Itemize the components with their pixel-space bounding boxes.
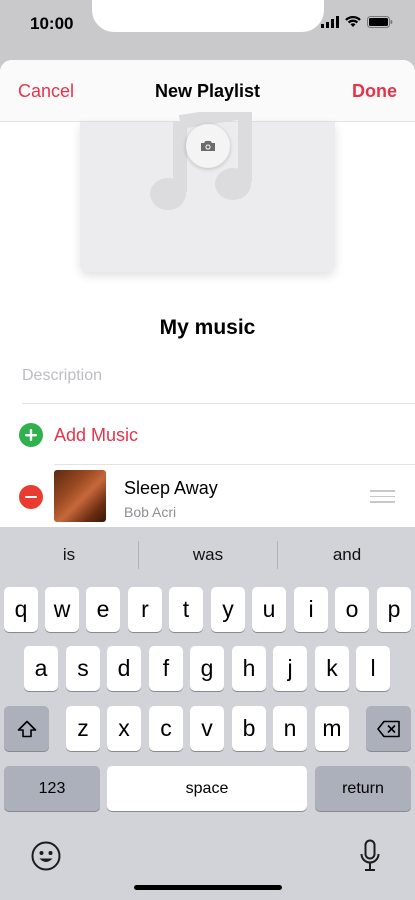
camera-icon [201, 141, 215, 151]
key[interactable]: q [4, 587, 38, 632]
remove-circle-icon[interactable] [19, 485, 43, 509]
key[interactable]: x [107, 706, 141, 751]
add-music-row[interactable]: Add Music [0, 413, 415, 457]
reorder-handle-icon[interactable] [370, 490, 395, 507]
key[interactable]: u [252, 587, 286, 632]
wifi-icon [345, 16, 361, 27]
key[interactable]: r [128, 587, 162, 632]
key[interactable]: j [273, 646, 307, 691]
key[interactable]: e [86, 587, 120, 632]
album-artwork [54, 470, 106, 522]
key[interactable]: n [273, 706, 307, 751]
key[interactable]: w [45, 587, 79, 632]
microphone-icon[interactable] [359, 839, 381, 873]
suggestion-item[interactable]: is [0, 545, 138, 565]
plus-circle-icon [19, 423, 43, 447]
key[interactable]: l [356, 646, 390, 691]
key[interactable]: m [315, 706, 349, 751]
space-key[interactable]: space [107, 766, 307, 811]
key[interactable]: z [66, 706, 100, 751]
suggestion-item[interactable]: was [139, 545, 277, 565]
key[interactable]: p [377, 587, 411, 632]
keyboard: is was and q w e r t y u i o p a s d f g… [0, 527, 415, 900]
song-title: Sleep Away [124, 478, 218, 498]
delete-key[interactable] [366, 706, 411, 751]
predictive-bar: is was and [0, 527, 415, 585]
key[interactable]: a [24, 646, 58, 691]
shift-key[interactable] [4, 706, 49, 751]
song-artist: Bob Acri [124, 504, 177, 520]
add-music-label: Add Music [54, 425, 139, 445]
emoji-icon[interactable] [30, 840, 62, 872]
key[interactable]: s [66, 646, 100, 691]
key[interactable]: o [335, 587, 369, 632]
key[interactable]: k [315, 646, 349, 691]
key[interactable]: v [190, 706, 224, 751]
key[interactable]: h [232, 646, 266, 691]
status-time: 10:00 [30, 14, 74, 33]
suggestion-item[interactable]: and [278, 545, 415, 565]
numbers-key[interactable]: 123 [4, 766, 100, 811]
key[interactable]: f [149, 646, 183, 691]
status-bar: 10:00 [0, 0, 415, 60]
phone-screen: 10:00 Cancel New Playlist Done My music … [0, 0, 415, 900]
battery-icon [367, 16, 393, 28]
key[interactable]: i [294, 587, 328, 632]
divider [22, 403, 415, 404]
return-key[interactable]: return [315, 766, 411, 811]
notch [92, 0, 324, 32]
key[interactable]: c [149, 706, 183, 751]
key[interactable]: g [190, 646, 224, 691]
playlist-name-field[interactable]: My music [0, 316, 415, 340]
playlist-artwork[interactable] [80, 112, 335, 272]
done-button[interactable]: Done [352, 81, 397, 102]
backspace-icon [376, 720, 400, 737]
song-row[interactable]: Sleep Away Bob Acri [0, 464, 415, 528]
cellular-signal-icon [321, 16, 339, 28]
shift-icon [17, 720, 36, 737]
key[interactable]: y [211, 587, 245, 632]
key[interactable]: b [232, 706, 266, 751]
key[interactable]: d [107, 646, 141, 691]
description-field[interactable]: Description [22, 367, 102, 385]
camera-button[interactable] [186, 124, 230, 168]
home-indicator[interactable] [134, 885, 282, 890]
system-icons [321, 16, 393, 28]
key[interactable]: t [169, 587, 203, 632]
